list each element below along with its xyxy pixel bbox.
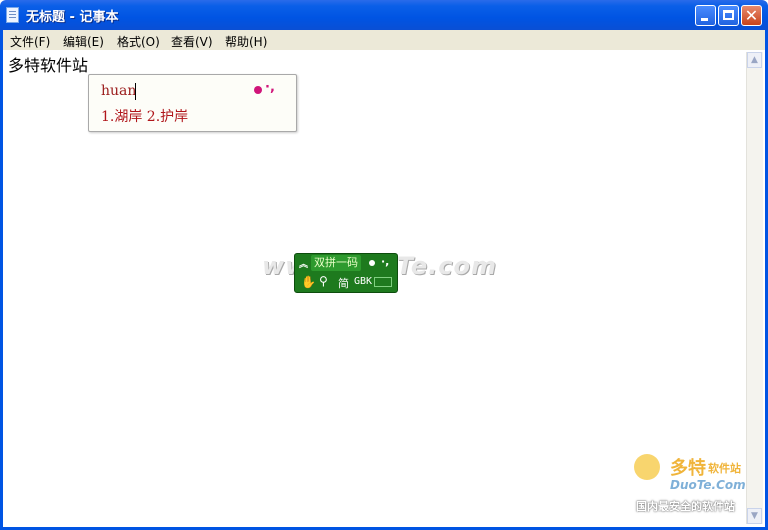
soft-keyboard-icon[interactable]: [374, 277, 392, 287]
ime-mode-label[interactable]: 双拼一码: [311, 255, 361, 271]
mascot-icon: [634, 454, 660, 480]
maximize-icon: [723, 10, 734, 20]
menu-file[interactable]: 文件(F): [10, 33, 50, 50]
text-caret: [135, 83, 136, 100]
logo-name-cn: 多特: [670, 458, 706, 479]
logo-slogan: 国内最安全的软件站: [636, 500, 735, 513]
search-icon[interactable]: ⚲: [319, 274, 328, 288]
ime-punct-comma-icon: ·,: [265, 80, 275, 95]
logo-name-cn-suffix: 软件站: [708, 462, 741, 475]
title-bar[interactable]: 无标题 - 记事本 ✕: [0, 0, 768, 30]
minimize-icon: [701, 18, 708, 21]
hand-icon[interactable]: ✋: [301, 275, 316, 289]
ime-candidate-list[interactable]: 1.湖岸 2.护岸: [101, 106, 188, 126]
menu-format[interactable]: 格式(O): [117, 33, 160, 50]
close-icon: ✕: [744, 6, 759, 25]
logo-name-en: DuoTe.Com: [670, 478, 746, 492]
simplified-toggle[interactable]: 简: [338, 275, 349, 291]
menu-view[interactable]: 查看(V): [171, 33, 213, 50]
ime-status-bar[interactable]: ︽ 双拼一码 ·, ✋ ⚲ 简 GBK: [294, 253, 398, 293]
ime-punct-dot-icon: [254, 86, 262, 94]
scroll-up-button[interactable]: ▲: [747, 52, 762, 68]
menu-edit[interactable]: 编辑(E): [63, 33, 104, 50]
minimize-button[interactable]: [695, 5, 716, 26]
window-title: 无标题 - 记事本: [26, 10, 119, 25]
close-button[interactable]: ✕: [741, 5, 762, 26]
charset-label[interactable]: GBK: [354, 276, 372, 287]
ime-candidate-window: huan ·, 1.湖岸 2.护岸: [88, 74, 297, 132]
menu-bar: 文件(F) 编辑(E) 格式(O) 查看(V) 帮助(H): [0, 30, 768, 50]
maximize-button[interactable]: [718, 5, 739, 26]
notepad-icon[interactable]: [6, 7, 19, 23]
ime-composition-text: huan: [101, 83, 137, 99]
duote-logo: 多特 软件站 DuoTe.Com 国内最安全的软件站: [630, 452, 762, 518]
menu-help[interactable]: 帮助(H): [225, 33, 267, 50]
punctuation-dot-icon[interactable]: [369, 260, 375, 266]
collapse-chevron-icon[interactable]: ︽: [299, 257, 308, 270]
punctuation-comma-icon[interactable]: ·,: [381, 255, 389, 268]
document-text[interactable]: 多特软件站: [8, 52, 88, 76]
